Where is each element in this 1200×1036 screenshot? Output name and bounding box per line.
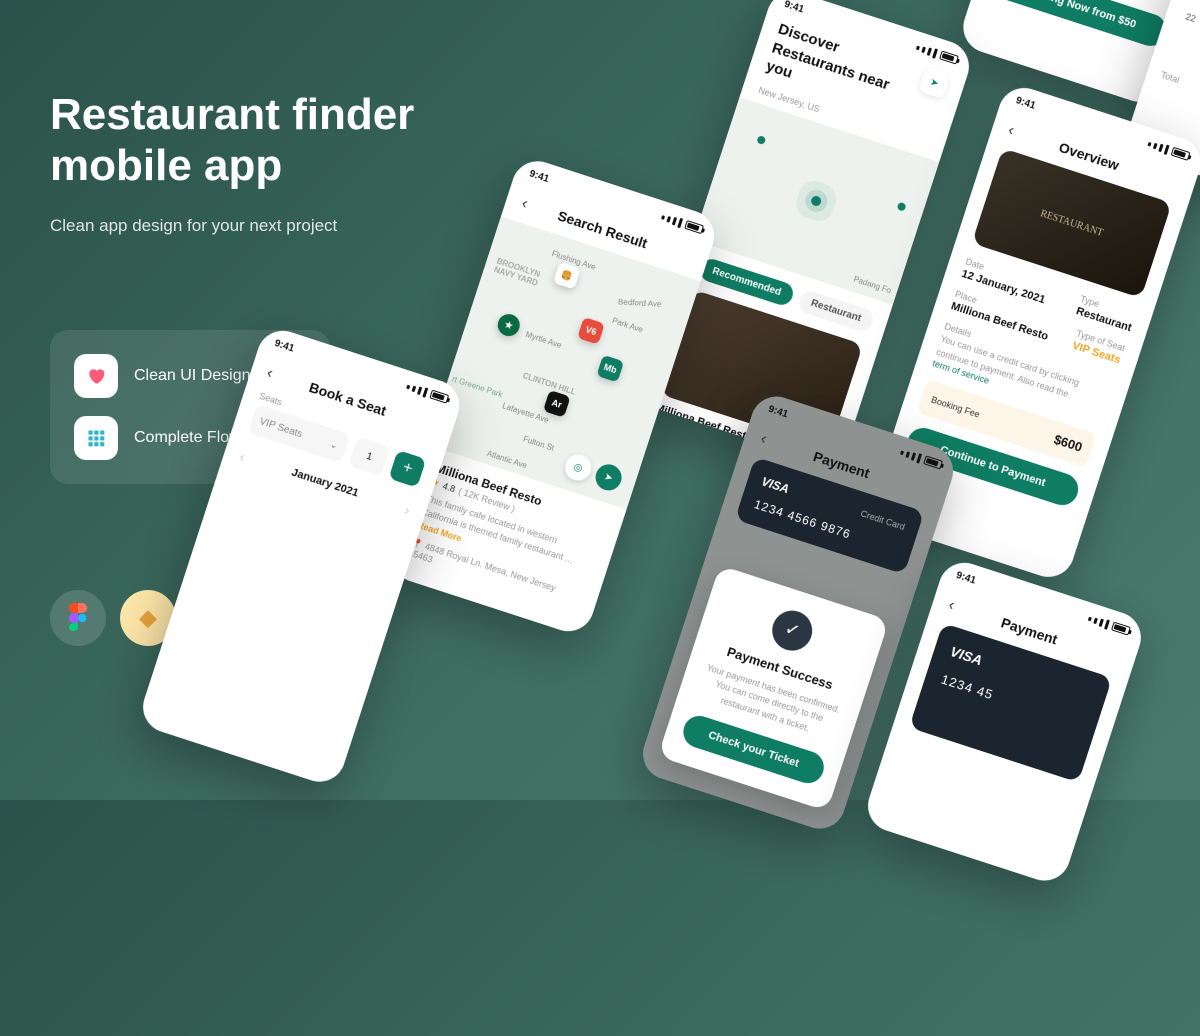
navigate-button[interactable]: ➤ [592,461,625,494]
back-icon[interactable]: ‹ [519,195,530,214]
visa-logo: VISA [948,643,984,668]
back-icon[interactable]: ‹ [758,430,769,449]
check-icon: ✓ [767,605,817,655]
hero-subtitle: Clean app design for your next project [50,213,470,239]
back-icon[interactable]: ‹ [946,596,957,615]
map-pin-icon [897,201,907,211]
map-pin-icon [756,135,766,145]
pin-icon[interactable]: V6 [577,317,605,345]
pin-icon[interactable]: Mb [596,355,624,383]
center-pin-icon [810,194,823,207]
booking-button[interactable]: Booking Now from $50 [988,0,1171,50]
next-month-icon[interactable]: › [403,501,412,518]
figma-icon [50,590,106,646]
fee-amount: $600 [1052,432,1084,455]
feature-label: Complete Flow [134,429,241,447]
add-seat-button[interactable]: + [388,450,426,488]
month-label: January 2021 [290,467,360,500]
seat-count: 1 [349,437,391,476]
total-label: Total [1160,70,1200,133]
hero: Restaurant finder mobile app Clean app d… [50,90,470,239]
calendar-date[interactable]: 22 [1178,5,1200,31]
back-icon[interactable]: ‹ [264,364,275,383]
card-number: 1234 45 [939,672,1082,731]
center-button[interactable]: ◎ [562,451,595,484]
map-label: Padang Fo [853,274,893,295]
hero-title: Restaurant finder mobile app [50,90,470,191]
prev-month-icon[interactable]: ‹ [238,448,247,465]
heart-icon [74,354,118,398]
back-icon[interactable]: ‹ [1006,121,1017,140]
feature-label: Clean UI Design [134,367,251,385]
grid-icon [74,416,118,460]
starbucks-pin-icon[interactable]: ★ [495,311,523,339]
visa-logo: VISA [760,474,791,496]
